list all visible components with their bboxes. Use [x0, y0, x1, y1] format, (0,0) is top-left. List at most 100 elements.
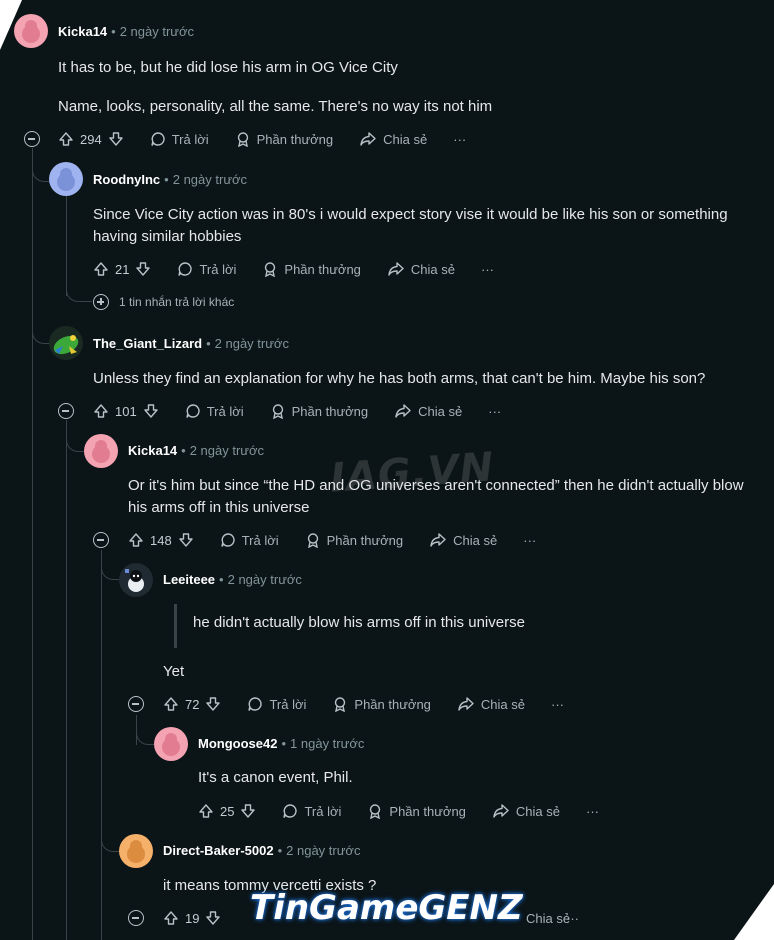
upvote-icon[interactable] [163, 696, 179, 712]
share-button[interactable]: Chia sẻ [387, 261, 455, 277]
timestamp[interactable]: 2 ngày trước [120, 24, 194, 39]
share-button[interactable]: Chia sẻ [492, 803, 560, 819]
timestamp[interactable]: 2 ngày trước [286, 843, 360, 858]
thread-elbow [32, 326, 50, 344]
award-button[interactable]: Phần thưởng [305, 532, 403, 548]
reply-button[interactable]: Trả lời [282, 803, 341, 819]
more-options-button[interactable]: ··· [523, 533, 536, 548]
username[interactable]: Direct-Baker-5002 [163, 843, 274, 858]
upvote-icon[interactable] [128, 532, 144, 548]
avatar[interactable] [119, 834, 153, 868]
more-options-button[interactable]: ··· [566, 907, 579, 929]
award-button[interactable]: Phần thưởng [262, 261, 361, 277]
comment-text: It has to be, but he did lose his arm in… [58, 59, 398, 76]
upvote-icon[interactable] [163, 910, 179, 926]
award-icon [335, 697, 346, 712]
reply-button[interactable]: Trả lời [247, 696, 306, 712]
downvote-icon[interactable] [178, 532, 194, 548]
reply-button[interactable]: Trả lời [150, 131, 209, 147]
reply-button[interactable]: Trả lời [220, 532, 279, 548]
collapse-thread-button[interactable] [93, 532, 109, 548]
more-icon: ··· [566, 910, 579, 926]
vote-count: 72 [185, 696, 200, 712]
downvote-icon[interactable] [205, 910, 221, 926]
comment-header: Kicka14 • 2 ngày trước [58, 24, 195, 39]
downvote-icon[interactable] [108, 131, 124, 147]
more-replies-link[interactable]: 1 tin nhắn trả lời khác [93, 294, 234, 310]
share-button[interactable]: Chia sẻ [520, 907, 570, 929]
more-options-button[interactable]: ··· [586, 804, 599, 819]
more-options-button[interactable]: ··· [488, 404, 501, 419]
timestamp[interactable]: 2 ngày trước [190, 443, 264, 458]
corner-fold-top-left [0, 0, 22, 50]
downvote-icon[interactable] [205, 696, 221, 712]
watermark-brand: TinGameGENZ [250, 888, 523, 928]
avatar[interactable] [49, 162, 83, 196]
downvote-icon[interactable] [143, 403, 159, 419]
thread-elbow [66, 288, 92, 302]
share-icon [395, 404, 411, 418]
vote-count: 101 [115, 403, 137, 419]
upvote-icon[interactable] [93, 403, 109, 419]
timestamp[interactable]: 1 ngày trước [290, 736, 364, 751]
reply-button[interactable]: Trả lời [185, 403, 244, 419]
award-button[interactable]: Phần thưởng [332, 696, 431, 712]
comment-header: Kicka14 • 2 ngày trước [128, 443, 265, 458]
reply-button[interactable]: Trả lời [177, 261, 236, 277]
avatar[interactable] [119, 563, 153, 597]
more-options-button[interactable]: ··· [551, 697, 564, 712]
share-button[interactable]: Chia sẻ [457, 696, 525, 712]
username[interactable]: RoodnyInc [93, 172, 160, 187]
upvote-icon[interactable] [58, 131, 74, 147]
comment-actions: 72 Trả lời Phần thưởng Chia sẻ ··· [163, 693, 564, 715]
dark-snoo-avatar-icon [125, 569, 144, 592]
avatar[interactable] [154, 727, 188, 761]
collapse-thread-button[interactable] [24, 131, 40, 147]
comment-text: Yet [163, 663, 185, 680]
more-options-button[interactable]: ··· [481, 262, 494, 277]
timestamp[interactable]: 2 ngày trước [173, 172, 247, 187]
share-button[interactable]: Chia sẻ [429, 532, 497, 548]
more-options-button[interactable]: ··· [453, 132, 466, 147]
snoo-avatar-icon [92, 440, 110, 463]
award-icon [237, 132, 248, 147]
collapse-thread-button[interactable] [58, 403, 74, 419]
collapse-thread-button[interactable] [128, 910, 144, 926]
expand-plus-icon [93, 294, 109, 310]
comment-actions: 148 Trả lời Phần thưởng Chia sẻ ··· [128, 529, 536, 551]
award-icon [370, 804, 381, 819]
username[interactable]: Mongoose42 [198, 736, 277, 751]
username[interactable]: Kicka14 [58, 24, 107, 39]
blockquote-bar [174, 604, 177, 648]
award-icon [307, 533, 318, 548]
share-icon [493, 804, 509, 818]
more-icon: ··· [586, 803, 599, 819]
thread-line-root [32, 148, 33, 940]
timestamp[interactable]: 2 ngày trước [215, 336, 289, 351]
downvote-icon[interactable] [240, 803, 256, 819]
upvote-icon[interactable] [93, 261, 109, 277]
username[interactable]: Kicka14 [128, 443, 177, 458]
collapse-thread-button[interactable] [128, 696, 144, 712]
reply-bubble-icon [248, 697, 263, 711]
thread-elbow [66, 432, 84, 452]
comment-header: Leeiteee • 2 ngày trước [163, 572, 302, 587]
lizard-avatar-icon [53, 335, 79, 355]
timestamp[interactable]: 2 ngày trước [228, 572, 302, 587]
share-label: Chia sẻ [526, 910, 571, 926]
username[interactable]: Leeiteee [163, 572, 215, 587]
avatar[interactable] [84, 434, 118, 468]
vote-count: 25 [220, 803, 235, 819]
avatar[interactable] [49, 326, 83, 360]
username[interactable]: The_Giant_Lizard [93, 336, 202, 351]
share-button[interactable]: Chia sẻ [359, 131, 427, 147]
award-button[interactable]: Phần thưởng [367, 803, 466, 819]
share-button[interactable]: Chia sẻ [394, 403, 462, 419]
comment-header: RoodnyInc • 2 ngày trước [93, 172, 248, 187]
award-button[interactable]: Phần thưởng [270, 403, 368, 419]
more-icon: ··· [453, 131, 467, 147]
upvote-icon[interactable] [198, 803, 214, 819]
downvote-icon[interactable] [135, 261, 151, 277]
award-button[interactable]: Phần thưởng [235, 131, 333, 147]
thread-line-roodny [66, 196, 67, 296]
